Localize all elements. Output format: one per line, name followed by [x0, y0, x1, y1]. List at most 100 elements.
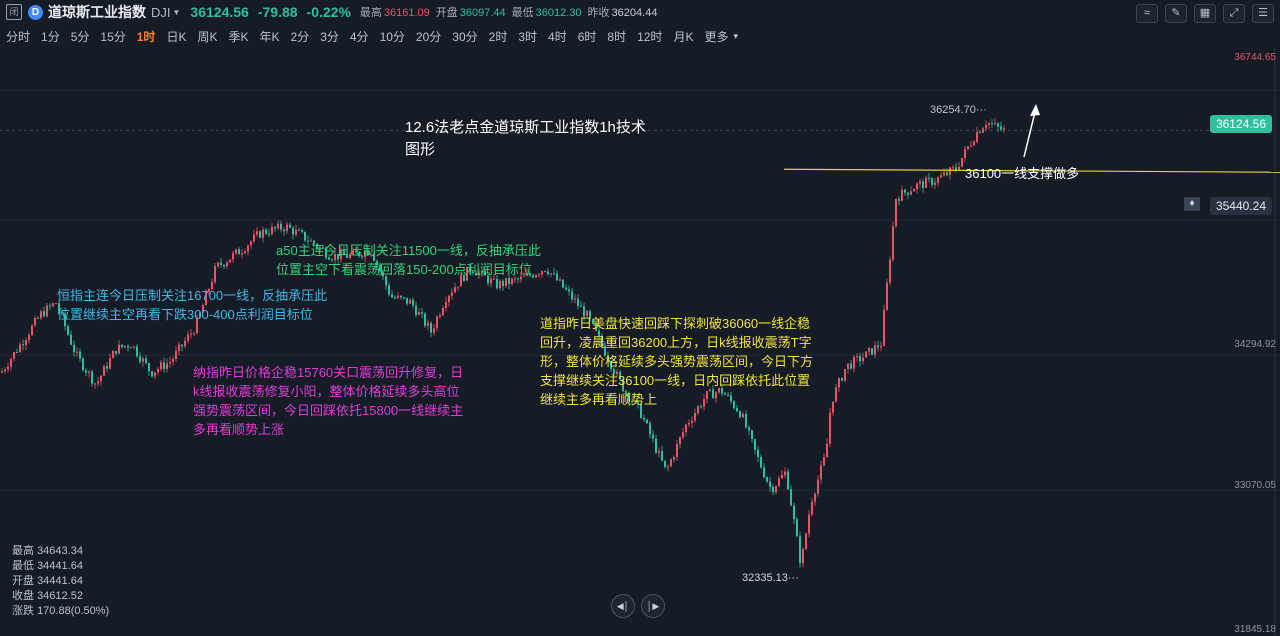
ohlc-row: 收盘 34612.52	[12, 589, 109, 604]
candle-body	[295, 229, 297, 235]
candle-body	[901, 189, 903, 201]
ohlc-label: 最高	[12, 545, 34, 557]
app-window-icon[interactable]: 闭	[6, 4, 22, 20]
candle-body	[391, 294, 393, 298]
symbol-code[interactable]: DJI	[151, 5, 171, 20]
hsi-annotation: 恒指主连今日压制关注16700一线，反抽承压此 位置继续主空再看下跌300-40…	[57, 288, 328, 322]
candle-body	[175, 350, 177, 360]
candle-body	[772, 486, 774, 493]
candle-body	[238, 249, 240, 255]
candle-body	[835, 387, 837, 402]
candle-body	[112, 351, 114, 359]
candle-body	[898, 198, 900, 201]
candle-body	[178, 344, 180, 351]
candle-body	[34, 317, 36, 326]
candle-body	[973, 141, 975, 146]
candle-body	[865, 351, 867, 358]
period-tab[interactable]: 分时	[6, 28, 30, 45]
scroll-to-end-button[interactable]: │▶	[641, 594, 665, 618]
candle-body	[250, 241, 252, 246]
period-tab[interactable]: 3时	[518, 28, 537, 45]
candle-body	[952, 167, 954, 169]
candle-body	[769, 481, 771, 487]
period-tab[interactable]: 2时	[489, 28, 508, 45]
candle-body	[748, 427, 750, 431]
period-tab[interactable]: 15分	[100, 28, 125, 45]
candle-body	[823, 457, 825, 466]
period-tab[interactable]: 季K	[228, 28, 248, 45]
candle-body	[925, 177, 927, 188]
chevron-down-icon: ▾	[733, 30, 738, 41]
nasdaq-annotation: 纳指昨日价格企稳15760关口震荡回升修复，日 k线报收震荡修复小阳，整体价格延…	[193, 365, 464, 437]
candle-body	[214, 266, 216, 283]
period-tab[interactable]: 1分	[41, 28, 60, 45]
period-tab[interactable]: 4分	[350, 28, 369, 45]
candle-body	[754, 439, 756, 450]
max-price-marker: 36254.70···	[930, 104, 987, 116]
candle-body	[505, 277, 507, 287]
candle-body	[982, 128, 984, 133]
candle-body	[409, 299, 411, 304]
candle-body	[40, 311, 42, 319]
alert-price-tag[interactable]: 35440.24	[1209, 197, 1272, 215]
bell-alert-icon[interactable]: ♦	[1184, 197, 1200, 211]
candle-body	[235, 249, 237, 254]
min-price-marker: 32335.13···	[742, 572, 799, 584]
candle-settings-icon[interactable]: ☰	[1252, 4, 1274, 23]
candle-body	[904, 189, 906, 193]
period-tab[interactable]: 月K	[673, 28, 693, 45]
candle-body	[304, 231, 306, 241]
candle-body	[229, 259, 231, 263]
period-tab[interactable]: 10分	[380, 28, 405, 45]
candle-body	[106, 366, 108, 369]
candle-body	[451, 292, 453, 296]
period-tab[interactable]: 2分	[291, 28, 310, 45]
candle-body	[811, 501, 813, 515]
indicator-icon[interactable]: ▦	[1194, 4, 1216, 23]
period-tab[interactable]: 6时	[578, 28, 597, 45]
period-tab[interactable]: 4时	[548, 28, 567, 45]
period-tab[interactable]: 30分	[452, 28, 477, 45]
period-tab[interactable]: 5分	[71, 28, 90, 45]
candle-body	[16, 351, 18, 353]
candle-body	[190, 333, 192, 335]
candle-body	[268, 233, 270, 235]
period-tab[interactable]: 20分	[416, 28, 441, 45]
support-annotation: 36100一线支撑做多	[965, 166, 1080, 181]
candle-body	[934, 182, 936, 185]
period-tab[interactable]: 12时	[637, 28, 662, 45]
expand-icon[interactable]: ⤢	[1223, 4, 1245, 23]
period-tab[interactable]: 3分	[320, 28, 339, 45]
candle-body	[1, 371, 3, 373]
draw-pen-icon[interactable]: ✎	[1165, 4, 1187, 23]
ohlc-row: 最低 34441.64	[12, 559, 109, 574]
line-chart-icon[interactable]: ≈	[1136, 4, 1158, 23]
ohlc-value: 34441.64	[37, 560, 83, 572]
candle-body	[76, 351, 78, 353]
candle-body	[4, 369, 6, 372]
candle-body	[193, 333, 195, 335]
candle-body	[148, 363, 150, 372]
candle-body	[838, 378, 840, 388]
period-tab[interactable]: 日K	[166, 28, 186, 45]
period-tab[interactable]: 周K	[197, 28, 217, 45]
candle-body	[31, 325, 33, 335]
axis-label-mid: 34294.92	[1234, 339, 1276, 350]
candle-body	[862, 357, 864, 362]
period-tab[interactable]: 年K	[259, 28, 279, 45]
candle-body	[877, 345, 879, 348]
period-tab[interactable]: 1时	[137, 28, 156, 45]
period-tab[interactable]: 8时	[607, 28, 626, 45]
ohlc-row: 开盘 34441.64	[12, 574, 109, 589]
stat-label: 开盘	[435, 7, 458, 19]
candle-body	[160, 362, 162, 370]
candle-body	[139, 356, 141, 362]
ohlc-value: 34441.64	[37, 575, 83, 587]
chevron-down-icon[interactable]: ▼	[173, 8, 181, 17]
candle-body	[907, 192, 909, 195]
stat-value: 36012.30	[535, 7, 582, 19]
period-tab[interactable]: 更多	[704, 28, 728, 45]
candle-body	[253, 234, 255, 242]
candle-body	[742, 414, 744, 418]
scroll-to-start-button[interactable]: ◀│	[611, 594, 635, 618]
